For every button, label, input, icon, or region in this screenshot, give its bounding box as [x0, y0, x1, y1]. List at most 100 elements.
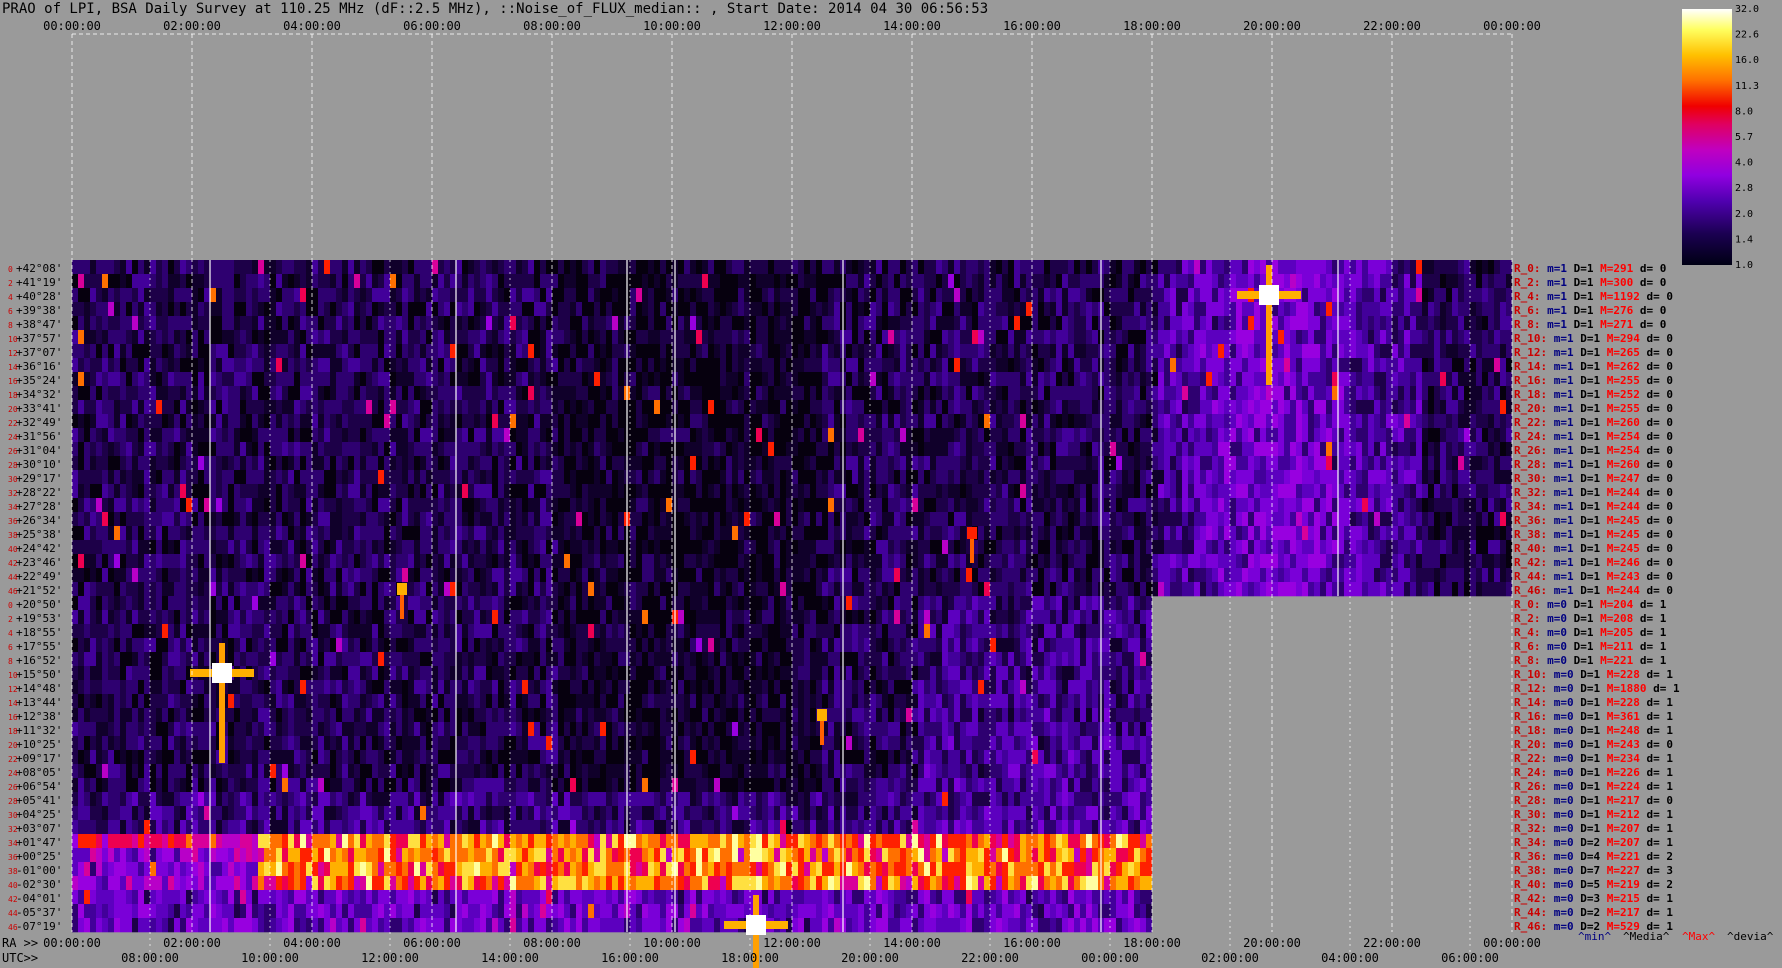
- heatmap-cell: [744, 442, 750, 457]
- heatmap-cell: [1278, 512, 1284, 527]
- heatmap-cell: [270, 484, 276, 499]
- heatmap-cell: [738, 414, 744, 429]
- heatmap-cell: [786, 456, 792, 471]
- heatmap-cell: [870, 456, 876, 471]
- heatmap-cell: [192, 428, 198, 443]
- heatmap-cell: [1194, 540, 1200, 555]
- heatmap-cell: [600, 274, 606, 289]
- heatmap-cell: [540, 316, 546, 331]
- heatmap-cell: [294, 302, 300, 317]
- heatmap-cell: [912, 358, 918, 373]
- heatmap-cell: [276, 456, 282, 471]
- heatmap-cell: [780, 260, 786, 275]
- heatmap-cell: [834, 260, 840, 275]
- heatmap-cell: [90, 498, 96, 513]
- heatmap-cell: [1440, 400, 1446, 415]
- heatmap-cell: [1026, 386, 1032, 401]
- heatmap-cell: [162, 526, 168, 541]
- heatmap-cell: [798, 358, 804, 373]
- heatmap-cell: [438, 260, 444, 275]
- heatmap-cell: [114, 470, 120, 485]
- heatmap-cell: [102, 372, 108, 387]
- heatmap-cell: [1158, 400, 1164, 415]
- heatmap-cell: [786, 512, 792, 527]
- heatmap-cell: [174, 526, 180, 541]
- heatmap-cell: [1164, 260, 1170, 275]
- heatmap-cell: [1224, 442, 1230, 457]
- heatmap-cell: [1026, 512, 1032, 527]
- heatmap-cell: [792, 484, 798, 499]
- heatmap-cell: [450, 372, 456, 387]
- heatmap-cell: [1032, 302, 1038, 317]
- heatmap-cell: [384, 344, 390, 359]
- heatmap-cell: [1116, 526, 1122, 541]
- heatmap-cell: [1338, 344, 1344, 359]
- heatmap-cell: [1140, 372, 1146, 387]
- heatmap-cell: [954, 260, 960, 275]
- heatmap-cell: [432, 456, 438, 471]
- heatmap-cell: [1236, 526, 1242, 541]
- heatmap-cell: [858, 400, 864, 415]
- heatmap-cell: [960, 316, 966, 331]
- heatmap-cell: [1296, 456, 1302, 471]
- heatmap-cell: [690, 456, 696, 471]
- heatmap-cell: [1152, 344, 1158, 359]
- heatmap-cell: [1362, 344, 1368, 359]
- heatmap-cell: [486, 288, 492, 303]
- heatmap-cell: [750, 344, 756, 359]
- heatmap-cell: [450, 260, 456, 275]
- heatmap-cell: [210, 456, 216, 471]
- heatmap-cell: [600, 400, 606, 415]
- heatmap-cell: [312, 288, 318, 303]
- heatmap-cell: [702, 470, 708, 485]
- heatmap-cell: [1476, 302, 1482, 317]
- heatmap-cell: [324, 484, 330, 499]
- heatmap-cell: [936, 344, 942, 359]
- heatmap-cell: [582, 428, 588, 443]
- heatmap-cell: [1188, 260, 1194, 275]
- heatmap-cell: [924, 540, 930, 555]
- heatmap-cell: [1254, 456, 1260, 471]
- heatmap-cell: [354, 428, 360, 443]
- heatmap-cell: [252, 470, 258, 485]
- heatmap-cell: [1488, 344, 1494, 359]
- heatmap-cell: [1218, 456, 1224, 471]
- heatmap-cell: [492, 400, 498, 415]
- heatmap-cell: [528, 498, 534, 513]
- heatmap-cell: [768, 330, 774, 345]
- heatmap-cell: [1110, 540, 1116, 555]
- heatmap-cell: [828, 442, 834, 457]
- heatmap-cell: [504, 316, 510, 331]
- heatmap-cell: [804, 484, 810, 499]
- heatmap-cell: [1476, 414, 1482, 429]
- heatmap-cell: [360, 386, 366, 401]
- heatmap-cell: [96, 470, 102, 485]
- heatmap-cell: [1218, 260, 1224, 275]
- heatmap-cell: [1290, 386, 1296, 401]
- heatmap-cell: [210, 442, 216, 457]
- heatmap-cell: [930, 400, 936, 415]
- heatmap-cell: [1260, 484, 1266, 499]
- heatmap-cell: [522, 442, 528, 457]
- heatmap-cell: [1128, 372, 1134, 387]
- heatmap-cell: [738, 330, 744, 345]
- heatmap-cell: [846, 400, 852, 415]
- heatmap-cell: [1500, 470, 1506, 485]
- heatmap-cell: [1182, 274, 1188, 289]
- heatmap-cell: [570, 428, 576, 443]
- heatmap-cell: [564, 414, 570, 429]
- heatmap-cell: [1032, 400, 1038, 415]
- heatmap-cell: [894, 400, 900, 415]
- heatmap-cell: [762, 456, 768, 471]
- heatmap-cell: [1296, 400, 1302, 415]
- heatmap-cell: [546, 456, 552, 471]
- heatmap-cell: [822, 526, 828, 541]
- heatmap-cell: [1500, 386, 1506, 401]
- heatmap-cell: [1074, 274, 1080, 289]
- heatmap-cell: [1302, 498, 1308, 513]
- heatmap-cell: [438, 526, 444, 541]
- heatmap-cell: [576, 344, 582, 359]
- heatmap-cell: [528, 526, 534, 541]
- heatmap-cell: [456, 274, 462, 289]
- heatmap-cell: [1506, 302, 1512, 317]
